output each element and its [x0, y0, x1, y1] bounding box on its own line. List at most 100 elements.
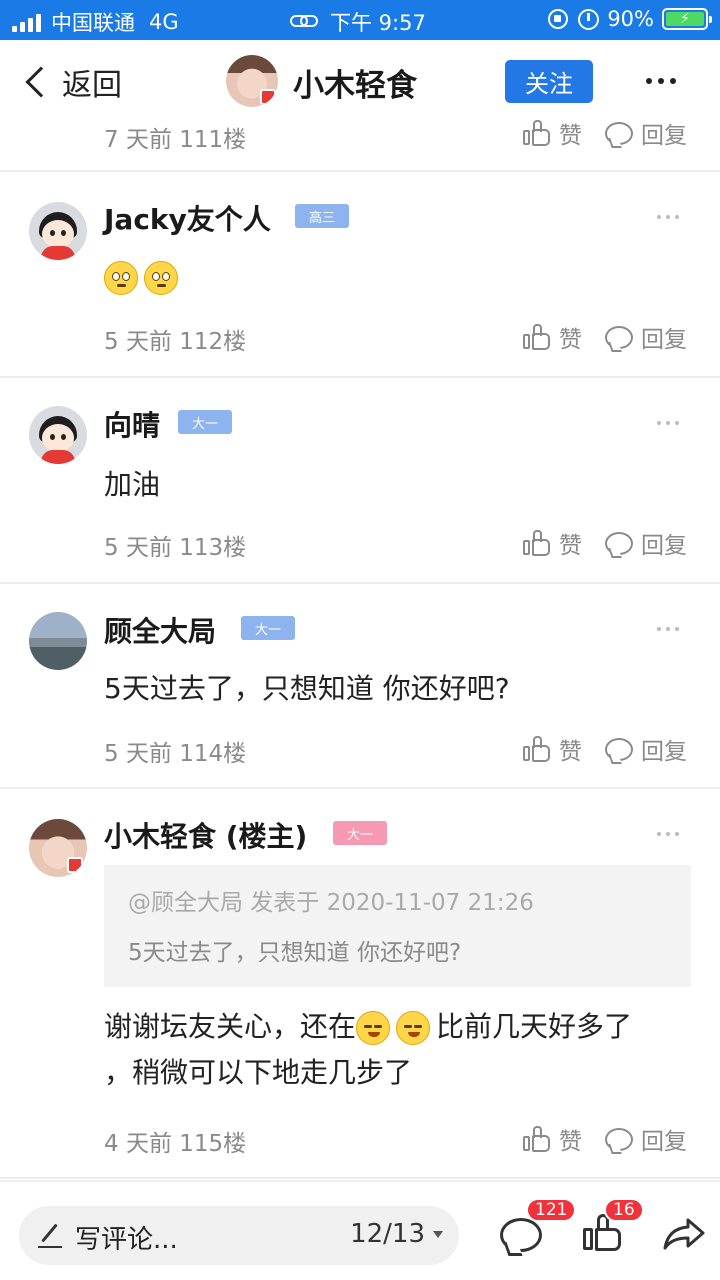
comment-icon: [605, 1127, 633, 1151]
post-row: 顾全大局 大一 5天过去了，只想知道 你还好吧? 5 天前 114楼 赞 回复: [0, 584, 720, 789]
like-button[interactable]: 赞: [523, 320, 582, 354]
back-label: 返回: [62, 68, 122, 103]
username[interactable]: 顾全大局: [104, 610, 216, 650]
caret-down-icon: [433, 1230, 443, 1238]
thumbs-up-icon: [523, 529, 551, 557]
crying-face-emoji: [104, 261, 138, 295]
post-content: [104, 254, 694, 300]
post-more-icon[interactable]: [657, 421, 679, 425]
like-label: 赞: [559, 739, 582, 765]
comment-input[interactable]: 写评论... 12/13: [19, 1206, 459, 1265]
comment-icon: [605, 531, 633, 555]
quote-header: @顾全大局 发表于 2020-11-07 21:26: [128, 890, 534, 916]
post-row: 向晴 大一 加油 5 天前 113楼 赞 回复: [0, 378, 720, 584]
like-button[interactable]: 赞: [523, 732, 582, 766]
like-button[interactable]: 赞: [523, 1122, 582, 1156]
quoted-post[interactable]: @顾全大局 发表于 2020-11-07 21:26 5天过去了，只想知道 你还…: [104, 865, 691, 987]
owner-level-badge: 大一: [333, 821, 388, 845]
reply-label: 回复: [641, 533, 687, 559]
rotation-lock-icon: [548, 9, 569, 29]
network-label: 4G: [149, 10, 179, 34]
back-button[interactable]: 返回: [22, 60, 122, 104]
post-more-icon[interactable]: [657, 627, 679, 631]
quote-text: 5天过去了，只想知道 你还好吧?: [128, 940, 462, 966]
post-row-partial: 7 天前 111楼 赞 回复: [0, 120, 720, 172]
avatar[interactable]: [29, 202, 87, 260]
pen-icon: [37, 1222, 62, 1248]
post-meta: 4 天前 115楼: [104, 1131, 247, 1157]
battery-percent: 90%: [607, 7, 654, 31]
bottom-toolbar: 写评论... 12/13 121 16: [0, 1180, 720, 1280]
level-badge: 高三: [295, 204, 350, 228]
username[interactable]: 向晴: [104, 404, 160, 444]
thumbs-up-icon: [523, 119, 551, 147]
page-indicator: 12/13: [350, 1219, 425, 1249]
post-meta: 5 天前 112楼: [104, 329, 247, 355]
level-badge: 大一: [178, 410, 233, 434]
content-part: 比前几天好多了: [436, 1010, 633, 1043]
thumbs-up-icon: [523, 735, 551, 763]
crying-face-emoji: [144, 261, 178, 295]
comment-placeholder: 写评论...: [75, 1225, 178, 1255]
thumbs-up-icon: [523, 323, 551, 351]
comment-icon: [605, 325, 633, 349]
post-meta: 5 天前 113楼: [104, 535, 247, 561]
comment-icon: [605, 737, 633, 761]
follow-button[interactable]: 关注: [505, 60, 593, 103]
reply-button[interactable]: 回复: [605, 320, 687, 354]
blushing-face-emoji: [396, 1011, 431, 1045]
nav-bar: 返回 小木轻食 关注: [0, 40, 720, 122]
blushing-face-emoji: [356, 1011, 391, 1045]
reply-label: 回复: [641, 739, 687, 765]
like-label: 赞: [559, 327, 582, 353]
level-badge: 大一: [241, 616, 296, 640]
author-avatar[interactable]: [226, 55, 278, 107]
post-content: 加油: [104, 468, 161, 501]
more-icon[interactable]: [646, 78, 676, 84]
comment-count-badge: 121: [526, 1198, 577, 1222]
username[interactable]: 小木轻食 (楼主): [104, 815, 307, 855]
carrier-label: 中国联通: [51, 11, 135, 35]
reply-label: 回复: [641, 1129, 687, 1155]
like-label: 赞: [559, 1129, 582, 1155]
content-part: 谢谢坛友关心，还在: [104, 1010, 357, 1043]
avatar-badge-icon: [260, 89, 276, 105]
battery-icon: ⚡: [662, 8, 712, 30]
like-button[interactable]: 赞: [523, 526, 582, 560]
reply-button[interactable]: 回复: [605, 526, 687, 560]
reply-label: 回复: [641, 327, 687, 353]
post-more-icon[interactable]: [657, 832, 679, 836]
post-content: 5天过去了，只想知道 你还好吧?: [104, 672, 510, 705]
content-part: ，稍微可以下地走几步了: [104, 1056, 413, 1089]
signal-icon: [12, 12, 41, 32]
like-label: 赞: [559, 123, 582, 149]
link-icon: [290, 13, 320, 31]
like-label: 赞: [559, 533, 582, 559]
avatar[interactable]: [29, 612, 87, 670]
page-title[interactable]: 小木轻食: [293, 60, 417, 105]
reply-button[interactable]: 回复: [605, 1122, 687, 1156]
post-more-icon[interactable]: [657, 215, 679, 219]
reply-button[interactable]: 回复: [605, 732, 687, 766]
post-meta: 7 天前 111楼: [104, 127, 247, 153]
reply-button[interactable]: 回复: [605, 116, 687, 150]
chevron-left-icon: [25, 66, 57, 98]
comment-icon[interactable]: [500, 1218, 542, 1252]
post-detail-screen: 中国联通 4G 下午 9:57 90% ⚡ 返回 小木轻食 关注 7 天前 11…: [0, 0, 720, 1280]
clock: 下午 9:57: [330, 11, 426, 35]
avatar[interactable]: [29, 819, 87, 877]
like-button[interactable]: 赞: [523, 116, 582, 150]
status-bar: 中国联通 4G 下午 9:57 90% ⚡: [0, 0, 720, 40]
page-selector[interactable]: 12/13: [350, 1219, 443, 1249]
avatar[interactable]: [29, 406, 87, 464]
username[interactable]: Jacky友个人: [104, 198, 271, 238]
thumbs-up-icon: [523, 1125, 551, 1153]
post-row: Jacky友个人 高三 5 天前 112楼 赞 回复: [0, 172, 720, 378]
share-icon[interactable]: [662, 1216, 706, 1252]
post-content: 谢谢坛友关心，还在 比前几天好多了 ，稍微可以下地走几步了: [104, 1004, 694, 1096]
like-count-badge: 16: [604, 1198, 644, 1222]
avatar-badge-icon: [67, 857, 83, 873]
post-meta: 5 天前 114楼: [104, 741, 247, 767]
alarm-icon: [578, 8, 600, 30]
comment-icon: [605, 121, 633, 145]
